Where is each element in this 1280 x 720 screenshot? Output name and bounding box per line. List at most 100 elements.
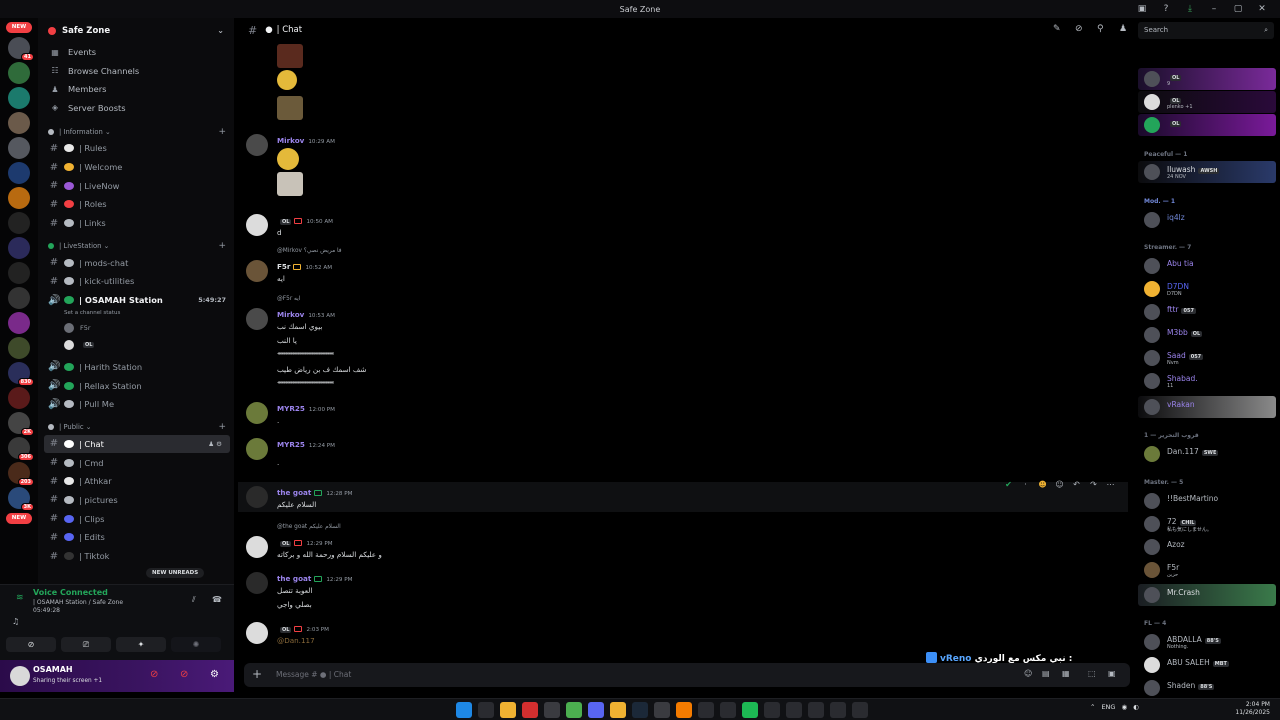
category-public[interactable]: | Public ⌄ + [38,420,234,435]
add-channel-icon[interactable]: + [218,422,226,432]
close-icon[interactable]: ✕ [1250,2,1274,16]
member-row[interactable]: ABU SALEH MBT [1138,654,1276,676]
channel-chat[interactable]: # | Chat ♟ ⚙ [44,434,230,454]
avatar[interactable] [246,308,268,330]
channel-livenow[interactable]: # | LiveNow [38,176,234,195]
server-icon[interactable]: 830 [8,362,34,386]
avatar[interactable] [246,536,268,558]
member-row[interactable]: fttr 057 [1138,301,1276,323]
member-row[interactable]: Azoz [1138,536,1276,558]
member-row[interactable]: OL [1138,114,1276,136]
user-name[interactable]: OSAMAH [33,665,73,674]
channel-tiktok[interactable]: # | Tiktok [38,547,234,566]
network-icon[interactable]: ◉ [1121,703,1127,711]
member-row[interactable]: vRakan [1138,396,1276,418]
nav-events[interactable]: ▦ Events [38,43,234,62]
member-row[interactable]: Dan.117 SWE [1138,443,1276,465]
server-icon[interactable] [8,262,30,284]
steam-icon[interactable] [632,702,648,718]
voice-channel-rellax[interactable]: 🔊 | Rellax Station [38,376,234,395]
server-icon[interactable] [8,237,30,259]
soundboard-icon[interactable]: ♫ [12,617,19,626]
add-channel-icon[interactable]: + [218,241,226,251]
pleading-emoji[interactable] [277,70,297,90]
channel-edits[interactable]: # | Edits [38,528,234,547]
app-icon[interactable] [830,702,846,718]
app-icon[interactable] [720,702,736,718]
server-icon[interactable]: 3K [8,487,34,511]
message-composer[interactable]: + Message # ● | Chat ☺ ▤ ▦ ⬚ ▣ [244,663,1130,687]
member-list-icon[interactable]: ♟ [1119,24,1127,34]
server-icon[interactable] [8,312,30,334]
member-row[interactable]: 72 CHIL 私も気にしません。 [1138,513,1276,535]
chrome-icon[interactable] [566,702,582,718]
add-reaction-icon[interactable]: ☺ [1053,480,1066,492]
voice-user[interactable]: F5r [38,320,234,337]
discord-icon[interactable] [588,702,604,718]
volume-icon[interactable]: ◐ [1133,703,1139,711]
add-channel-icon[interactable]: + [218,127,226,137]
avatar[interactable] [246,572,268,594]
new-unreads-pill[interactable]: NEW UNREADS [146,568,205,578]
member-row[interactable]: Abu tia [1138,255,1276,277]
language-indicator[interactable]: ENG [1101,703,1115,711]
mention-text[interactable]: @Dan.117 [277,636,315,645]
gift-icon[interactable]: ▤ [1042,669,1050,678]
app-icon[interactable] [676,702,692,718]
signal-icon[interactable]: ≋ [16,593,24,603]
member-row[interactable]: D7DN D7DN [1138,278,1276,300]
clock[interactable]: 2:04 PM 11/26/2025 [1235,701,1270,717]
voice-location[interactable]: | OSAMAH Station / Safe Zone [33,599,123,606]
author-name[interactable]: F5r 10:52 AM [277,262,332,271]
screen-share-button[interactable]: ⎚ [61,637,111,652]
server-icon[interactable] [8,87,30,109]
channel-clips[interactable]: # | Clips [38,509,234,528]
server-icon[interactable] [8,187,30,209]
headphones-deafened-icon[interactable]: ⊘ [180,669,188,680]
new-pill[interactable]: NEW [6,513,32,524]
server-icon[interactable]: 41 [8,37,34,61]
voice-channel-osamah-station[interactable]: 🔊 | OSAMAH Station 5:49:27 [38,291,234,310]
avatar[interactable] [246,134,268,156]
channel-cmd[interactable]: # | Cmd [38,453,234,472]
more-icon[interactable]: ⋯ [1104,480,1117,492]
member-row[interactable]: iq4lz [1138,209,1276,231]
camera-off-button[interactable]: ⊘ [6,637,56,652]
app-icon[interactable] [544,702,560,718]
laugh-reaction-icon[interactable]: ☻ [1036,480,1049,492]
author-name[interactable]: the goat 12:28 PM [277,488,352,497]
chevron-up-icon[interactable]: ⌃ [1090,703,1095,711]
app-icon[interactable] [610,702,626,718]
member-row[interactable]: Shaden 88'S [1138,677,1276,698]
author-name[interactable]: Mirkov 10:53 AM [277,310,335,319]
author-name[interactable]: OL 12:29 PM [277,538,333,547]
start-icon[interactable] [456,702,472,718]
sticker-icon[interactable]: ⬚ [1088,669,1096,678]
reply-icon[interactable]: ↶ [1070,480,1083,492]
message-input[interactable]: Message # ● | Chat [276,670,351,679]
app-icon[interactable] [786,702,802,718]
help-icon[interactable]: ? [1154,2,1178,16]
app-icon[interactable] [654,702,670,718]
channel-settings-icon[interactable]: ♟ ⚙ [208,440,222,448]
channel-roles[interactable]: # | Roles [38,195,234,214]
gear-icon[interactable]: ⚙ [210,669,219,680]
disconnect-icon[interactable]: ☎ [212,595,222,604]
avatar[interactable] [246,486,268,508]
channel-mods-chat[interactable]: # | mods-chat [38,253,234,272]
author-name[interactable]: the goat 12:29 PM [277,574,352,583]
channel-rules[interactable]: # | Rules [38,139,234,158]
author-name[interactable]: MYR25 12:24 PM [277,440,335,449]
member-row[interactable]: Mr.Crash [1138,584,1276,606]
channel-links[interactable]: # | Links [38,214,234,233]
server-icon[interactable] [8,287,30,309]
noise-suppression-icon[interactable]: ⫽ [192,595,196,605]
category-information[interactable]: | Information ⌄ + [38,124,234,139]
avatar[interactable] [246,260,268,282]
member-row[interactable]: Shabad. 11 [1138,370,1276,392]
app-icon[interactable] [522,702,538,718]
app-icon[interactable] [808,702,824,718]
avatar[interactable] [10,666,30,686]
avatar[interactable] [246,402,268,424]
nav-members[interactable]: ♟ Members [38,80,234,99]
